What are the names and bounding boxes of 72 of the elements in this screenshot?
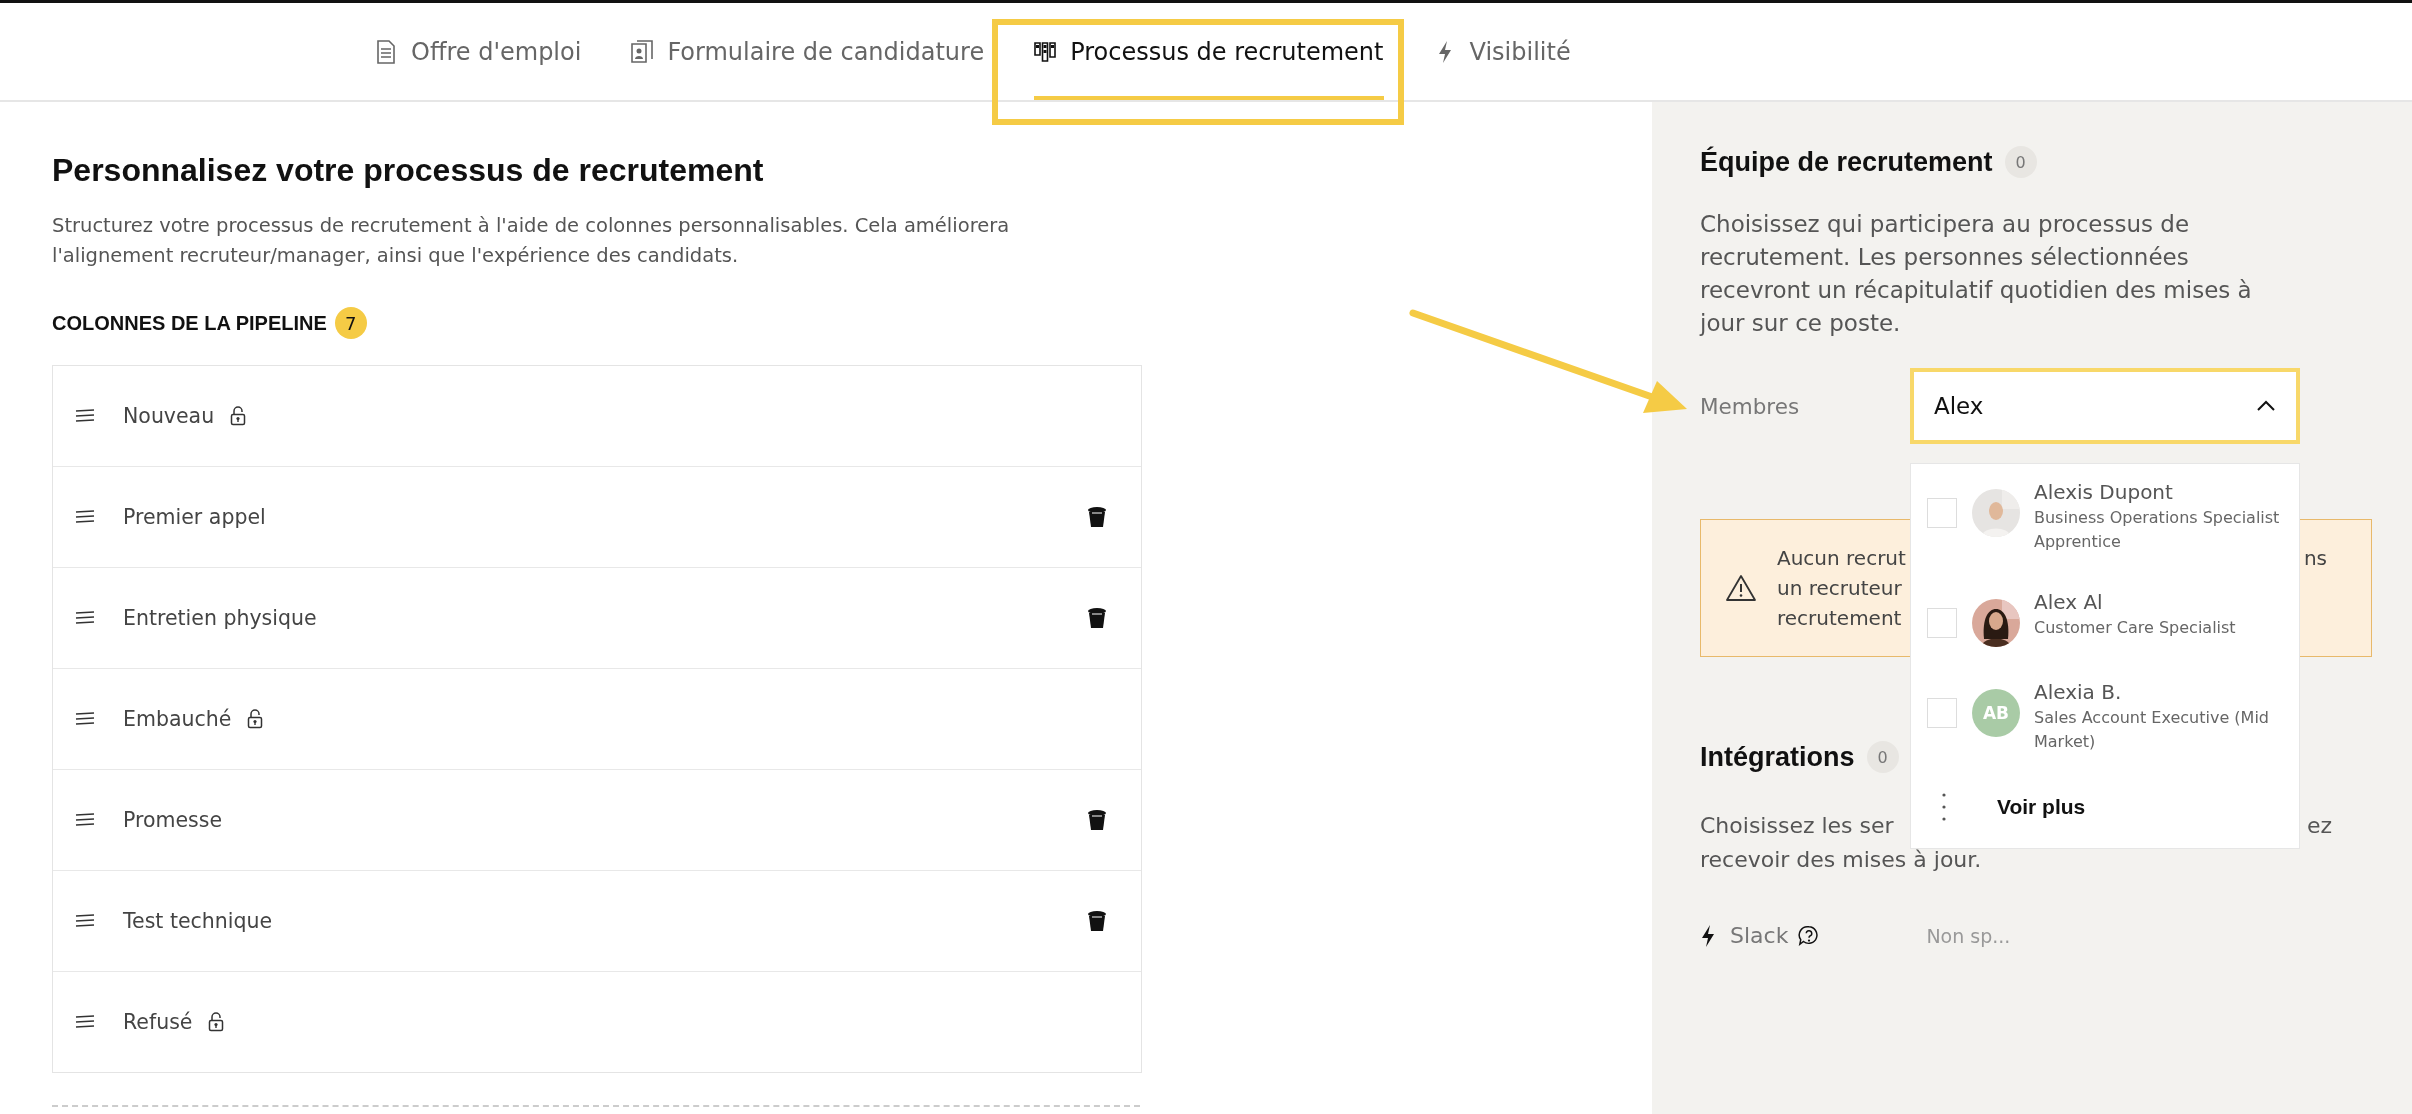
drag-handle-icon[interactable] bbox=[75, 510, 95, 524]
pipeline-column-row[interactable]: Nouveau bbox=[53, 366, 1141, 466]
lightning-icon bbox=[1700, 923, 1716, 948]
page-title: Personnalisez votre processus de recrutement bbox=[52, 152, 765, 189]
member-option[interactable]: AB Alexia B. Sales Account Executive (Mid Market) bbox=[1911, 676, 2299, 786]
pipeline-column-row[interactable]: Test technique bbox=[53, 870, 1141, 971]
column-name: Embauché bbox=[123, 707, 232, 731]
drag-handle-icon[interactable] bbox=[75, 409, 95, 423]
description: recevoir des mises à jour. bbox=[1700, 846, 1982, 874]
checkbox[interactable] bbox=[1927, 498, 1957, 528]
column-name: Promesse bbox=[123, 808, 223, 832]
drag-handle-icon[interactable] bbox=[75, 611, 95, 625]
field-label: Membres bbox=[1700, 393, 1801, 419]
member-option[interactable]: Alexis Dupont Business Operations Specialist Apprentice bbox=[1911, 476, 2299, 586]
help-icon[interactable] bbox=[1798, 924, 1821, 947]
member-name: Alexis Dupont bbox=[2034, 479, 2174, 506]
search-input[interactable]: Alex bbox=[1934, 393, 2256, 419]
warning-text: un recruteur bbox=[1777, 575, 1902, 602]
trash-icon[interactable] bbox=[1087, 607, 1107, 629]
warning-icon bbox=[1725, 574, 1757, 602]
member-role: Business Operations Specialist Apprentice bbox=[2034, 507, 2281, 553]
drag-handle-icon[interactable] bbox=[75, 813, 95, 827]
description: Structurez votre processus de recrutement à l'aide de colonnes personnalisables. Cela améliorera l'alignement recruteur/manager, ainsi que l'expérience des candidats. bbox=[52, 213, 1011, 269]
checkbox[interactable] bbox=[1927, 608, 1957, 638]
document-icon bbox=[375, 39, 397, 64]
integration-value: Non sp... bbox=[1926, 924, 2011, 947]
member-option[interactable]: Alex Al Customer Care Specialist bbox=[1911, 586, 2299, 676]
count-badge: 0 bbox=[2004, 146, 2037, 178]
pipeline-column-row[interactable]: Premier appel bbox=[53, 466, 1141, 567]
warning-text: Aucun recrut bbox=[1777, 545, 1906, 572]
integration-name: Slack bbox=[1730, 923, 1789, 948]
form-icon bbox=[631, 39, 654, 64]
see-more-link[interactable]: Voir plus bbox=[1997, 795, 2086, 819]
description: Choisissez qui participera au processus de recrutement. Les personnes sélectionnées recevront un récapitulatif quotidien des mises à jour sur ce poste. bbox=[1700, 210, 2253, 338]
member-name: Alex Al bbox=[2034, 589, 2104, 616]
kebab-icon bbox=[1941, 792, 1947, 822]
section-title: Équipe de recrutement bbox=[1700, 146, 1993, 178]
section-heading: COLONNES DE LA PIPELINE bbox=[52, 311, 327, 335]
tab[interactable]: Processus de recrutement bbox=[1034, 3, 1384, 100]
checkbox[interactable] bbox=[1927, 698, 1957, 728]
description: Choisissez les ser bbox=[1700, 812, 1894, 840]
pipeline-column-row[interactable]: Embauché bbox=[53, 668, 1141, 769]
column-name: Refusé bbox=[123, 1010, 193, 1034]
tab[interactable]: Offre d'emploi bbox=[375, 3, 582, 100]
warning-text: recrutement bbox=[1777, 605, 1902, 632]
column-name: Test technique bbox=[123, 909, 273, 933]
pipeline-column-row[interactable]: Refusé bbox=[53, 971, 1141, 1072]
tab[interactable]: Formulaire de candidature bbox=[631, 3, 985, 100]
drag-handle-icon[interactable] bbox=[75, 1015, 95, 1029]
description: ez bbox=[2306, 812, 2332, 840]
trash-icon[interactable] bbox=[1087, 506, 1107, 528]
tab[interactable]: Visibilité bbox=[1433, 3, 1571, 100]
column-name: Premier appel bbox=[123, 505, 266, 529]
count-badge: 7 bbox=[334, 307, 367, 339]
trash-icon[interactable] bbox=[1087, 910, 1107, 932]
members-field[interactable]: Alex bbox=[1910, 368, 2300, 444]
pipeline-column-row[interactable]: Entretien physique bbox=[53, 567, 1141, 668]
drag-handle-icon[interactable] bbox=[75, 712, 95, 726]
chevron-icon bbox=[2256, 400, 2276, 412]
member-name: Alexia B. bbox=[2034, 679, 2123, 706]
warning-text: ns bbox=[2303, 545, 2327, 572]
section-title: Intégrations bbox=[1700, 741, 1855, 773]
count-badge: 0 bbox=[1866, 741, 1899, 773]
member-role: Sales Account Executive (Mid Market) bbox=[2034, 707, 2270, 753]
kanban-icon bbox=[1034, 39, 1057, 64]
drag-handle-icon[interactable] bbox=[75, 914, 95, 928]
member-role: Customer Care Specialist bbox=[2034, 617, 2236, 639]
trash-icon[interactable] bbox=[1087, 809, 1107, 831]
avatar: AB bbox=[1972, 689, 2020, 737]
column-name: Nouveau bbox=[123, 404, 215, 428]
pipeline-column-row[interactable]: Promesse bbox=[53, 769, 1141, 870]
column-name: Entretien physique bbox=[123, 606, 317, 630]
